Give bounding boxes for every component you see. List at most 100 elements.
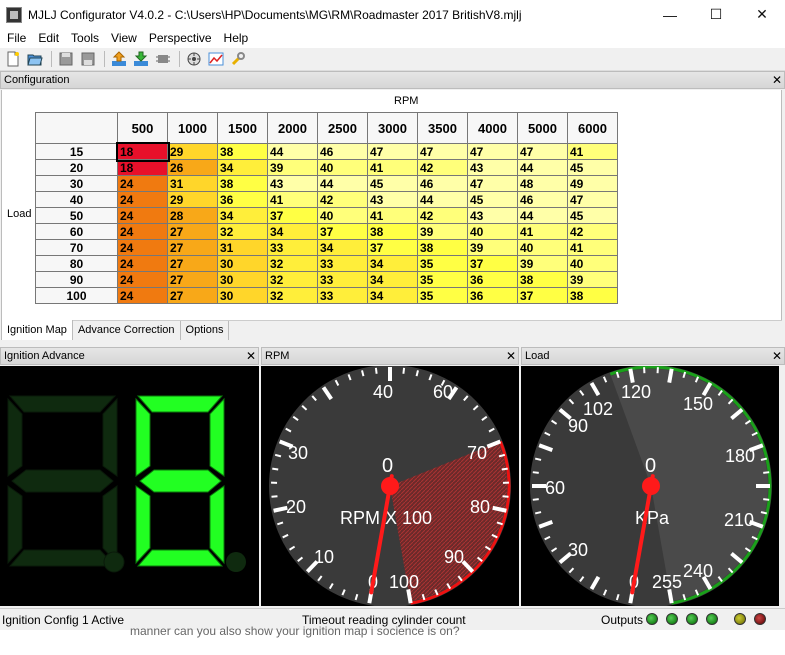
load-row-header[interactable]: 30 (35, 175, 118, 192)
map-cell[interactable]: 32 (267, 255, 318, 272)
map-cell[interactable]: 42 (317, 191, 368, 208)
map-cell[interactable]: 48 (517, 175, 568, 192)
rpm-column-header[interactable]: 6000 (567, 112, 618, 144)
map-cell[interactable]: 27 (167, 255, 218, 272)
map-cell[interactable]: 41 (517, 223, 568, 240)
rpm-column-header[interactable]: 5000 (517, 112, 568, 144)
menu-edit[interactable]: Edit (32, 29, 65, 48)
tab-advance-correction[interactable]: Advance Correction (73, 321, 181, 340)
map-cell[interactable]: 37 (467, 255, 518, 272)
map-cell[interactable]: 40 (467, 223, 518, 240)
new-file-icon[interactable] (3, 49, 23, 69)
map-cell[interactable]: 41 (367, 207, 418, 224)
map-cell[interactable]: 39 (567, 271, 618, 288)
menu-view[interactable]: View (105, 29, 143, 48)
map-cell[interactable]: 35 (417, 287, 468, 304)
load-row-header[interactable]: 20 (35, 159, 118, 176)
map-cell[interactable]: 18 (115, 141, 170, 162)
map-cell[interactable]: 24 (117, 175, 168, 192)
map-cell[interactable]: 39 (517, 255, 568, 272)
map-cell[interactable]: 34 (367, 287, 418, 304)
open-folder-icon[interactable] (25, 49, 45, 69)
tab-options[interactable]: Options (181, 321, 230, 340)
map-cell[interactable]: 46 (317, 143, 368, 160)
menu-tools[interactable]: Tools (65, 29, 105, 48)
map-cell[interactable]: 40 (567, 255, 618, 272)
load-row-header[interactable]: 100 (35, 287, 118, 304)
map-cell[interactable]: 42 (417, 159, 468, 176)
map-cell[interactable]: 36 (467, 271, 518, 288)
configuration-close-icon[interactable]: ✕ (770, 73, 784, 87)
map-cell[interactable]: 24 (117, 239, 168, 256)
map-cell[interactable]: 41 (267, 191, 318, 208)
rpm-column-header[interactable]: 1000 (167, 112, 218, 144)
map-cell[interactable]: 29 (167, 191, 218, 208)
map-cell[interactable]: 27 (167, 223, 218, 240)
map-cell[interactable]: 47 (567, 191, 618, 208)
map-cell[interactable]: 40 (317, 207, 368, 224)
download-icon[interactable] (131, 49, 151, 69)
map-cell[interactable]: 27 (167, 287, 218, 304)
map-cell[interactable]: 46 (517, 191, 568, 208)
map-cell[interactable]: 34 (367, 255, 418, 272)
map-cell[interactable]: 24 (117, 287, 168, 304)
map-cell[interactable]: 41 (567, 143, 618, 160)
map-cell[interactable]: 37 (367, 239, 418, 256)
map-cell[interactable]: 32 (267, 271, 318, 288)
settings-wheel-icon[interactable] (184, 49, 204, 69)
map-cell[interactable]: 43 (467, 159, 518, 176)
upload-icon[interactable] (109, 49, 129, 69)
map-cell[interactable]: 38 (367, 223, 418, 240)
rpm-column-header[interactable]: 3500 (417, 112, 468, 144)
map-cell[interactable]: 33 (317, 271, 368, 288)
map-cell[interactable]: 24 (117, 255, 168, 272)
map-cell[interactable]: 34 (217, 207, 268, 224)
map-cell[interactable]: 39 (267, 159, 318, 176)
rpm-column-header[interactable]: 2500 (317, 112, 368, 144)
map-cell[interactable]: 40 (517, 239, 568, 256)
menu-help[interactable]: Help (218, 29, 255, 48)
load-row-header[interactable]: 40 (35, 191, 118, 208)
map-cell[interactable]: 33 (317, 287, 368, 304)
map-cell[interactable]: 44 (317, 175, 368, 192)
map-cell[interactable]: 39 (417, 223, 468, 240)
map-cell[interactable]: 41 (367, 159, 418, 176)
map-cell[interactable]: 37 (267, 207, 318, 224)
chip-icon[interactable] (153, 49, 173, 69)
map-cell[interactable]: 36 (467, 287, 518, 304)
map-cell[interactable]: 47 (417, 143, 468, 160)
map-cell[interactable]: 33 (267, 239, 318, 256)
map-cell[interactable]: 43 (467, 207, 518, 224)
map-cell[interactable]: 45 (467, 191, 518, 208)
map-cell[interactable]: 45 (567, 159, 618, 176)
map-cell[interactable]: 27 (167, 271, 218, 288)
map-cell[interactable]: 45 (567, 207, 618, 224)
map-cell[interactable]: 24 (117, 223, 168, 240)
menu-file[interactable]: File (1, 29, 32, 48)
map-cell[interactable]: 42 (417, 207, 468, 224)
map-cell[interactable]: 44 (517, 159, 568, 176)
close-button[interactable]: ✕ (739, 0, 785, 29)
ignition-advance-close-icon[interactable]: ✕ (244, 349, 258, 363)
map-cell[interactable]: 38 (217, 143, 268, 160)
map-cell[interactable]: 45 (367, 175, 418, 192)
map-cell[interactable]: 24 (117, 207, 168, 224)
wrench-icon[interactable] (228, 49, 248, 69)
rpm-column-header[interactable]: 500 (117, 112, 168, 144)
tab-ignition-map[interactable]: Ignition Map (1, 320, 73, 340)
minimize-button[interactable]: — (647, 0, 693, 29)
map-cell[interactable]: 18 (117, 159, 168, 176)
map-cell[interactable]: 40 (317, 159, 368, 176)
map-cell[interactable]: 46 (417, 175, 468, 192)
map-cell[interactable]: 31 (217, 239, 268, 256)
load-row-header[interactable]: 50 (35, 207, 118, 224)
map-cell[interactable]: 47 (517, 143, 568, 160)
maximize-button[interactable]: ☐ (693, 0, 739, 29)
map-cell[interactable]: 47 (467, 143, 518, 160)
chart-icon[interactable] (206, 49, 226, 69)
map-cell[interactable]: 35 (417, 255, 468, 272)
map-cell[interactable]: 44 (417, 191, 468, 208)
map-cell[interactable]: 30 (217, 255, 268, 272)
map-cell[interactable]: 47 (467, 175, 518, 192)
load-pane-close-icon[interactable]: ✕ (770, 349, 784, 363)
